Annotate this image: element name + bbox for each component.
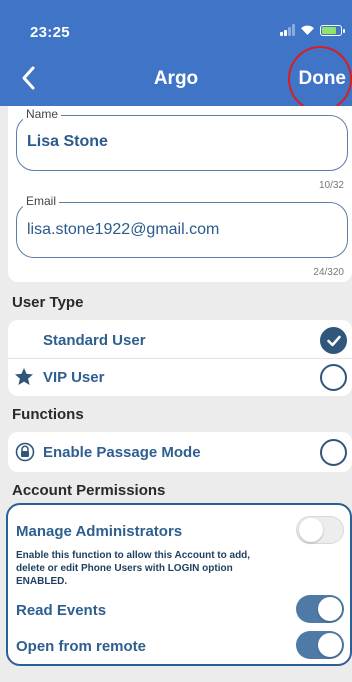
status-icons: [280, 24, 345, 36]
name-label: Name: [23, 107, 62, 121]
manage-administrators-label: Manage Administrators: [16, 523, 183, 540]
open-from-remote-toggle[interactable]: [296, 631, 344, 659]
name-counter: 10/32: [318, 180, 344, 191]
user-type-heading: User Type: [12, 294, 84, 311]
manage-administrators-toggle[interactable]: [296, 516, 344, 544]
standard-user-radio[interactable]: [320, 327, 347, 354]
standard-user-label[interactable]: Standard User: [43, 332, 146, 349]
manage-administrators-description: Enable this function to allow this Accou…: [16, 550, 251, 587]
read-events-label: Read Events: [16, 602, 107, 619]
email-label: Email: [23, 194, 60, 208]
email-counter: 24/320: [313, 267, 344, 278]
signal-icon: [280, 24, 295, 36]
account-permissions-card: Manage Administrators Enable this functi…: [6, 503, 352, 666]
vip-user-radio[interactable]: [320, 364, 347, 391]
row-divider: [8, 358, 352, 359]
account-details-card: Name Lisa Stone 10/32 Email lisa.stone19…: [8, 106, 352, 282]
read-events-toggle[interactable]: [296, 595, 344, 623]
account-permissions-heading: Account Permissions: [12, 482, 166, 499]
check-icon: [327, 335, 341, 347]
wifi-icon: [301, 25, 314, 35]
name-value[interactable]: Lisa Stone: [27, 133, 108, 151]
lock-icon: [15, 442, 35, 462]
user-type-card: Standard User VIP User: [8, 320, 352, 396]
done-highlight-ring: [288, 46, 352, 112]
functions-heading: Functions: [12, 406, 84, 423]
passage-mode-radio[interactable]: [320, 439, 347, 466]
functions-card: Enable Passage Mode: [8, 432, 352, 472]
vip-user-label[interactable]: VIP User: [43, 369, 104, 386]
open-from-remote-label: Open from remote: [16, 638, 147, 655]
battery-icon: [320, 24, 345, 36]
status-time: 23:25: [30, 24, 70, 41]
email-value[interactable]: lisa.stone1922@gmail.com: [27, 221, 219, 239]
star-icon: [15, 368, 33, 385]
passage-mode-label[interactable]: Enable Passage Mode: [43, 444, 201, 461]
